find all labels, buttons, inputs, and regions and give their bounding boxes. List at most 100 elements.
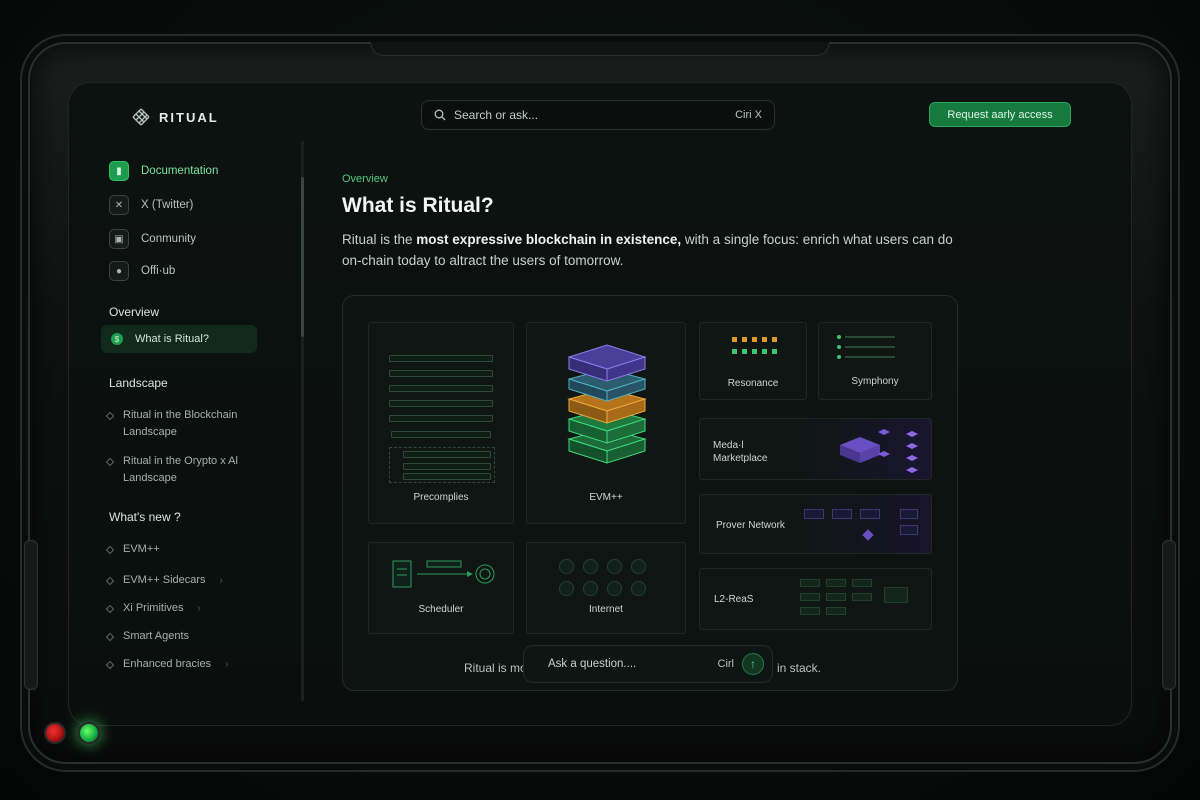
sidebar-scrollbar[interactable] [301, 141, 304, 701]
network-node [607, 559, 622, 574]
symphony-list-icon [837, 335, 917, 365]
scheduler-flow-icon [392, 560, 495, 588]
chevron-right-icon: › [219, 575, 223, 586]
network-node [607, 581, 622, 596]
sidebar-item-label: X (Twitter) [141, 199, 194, 211]
logo-text: RITUAL [159, 109, 219, 125]
network-node [631, 581, 646, 596]
chat-icon: ▣ [109, 229, 129, 249]
card-label: Resonance [727, 378, 779, 389]
sidebar-item-evm[interactable]: EVM++ [105, 541, 160, 558]
network-node [559, 581, 574, 596]
logo[interactable]: RITUAL [131, 107, 219, 127]
sidebar-item-enhanced-bracies[interactable]: Enhanced bracies › [105, 656, 229, 673]
architecture-diagram: Precomplies EVM++ Resonance Symphony Med… [342, 295, 958, 691]
sidebar-item-community[interactable]: ▣ Conmunity [109, 229, 196, 249]
power-off-light[interactable] [44, 722, 66, 744]
card-label: Precomplies [413, 492, 469, 503]
card-internet[interactable]: Internet [526, 542, 686, 634]
search-input[interactable] [454, 108, 728, 122]
code-line [389, 385, 493, 392]
arrow-up-icon[interactable]: ↑ [742, 653, 764, 675]
search-bar[interactable]: Ciri X [421, 100, 775, 130]
lead-paragraph: Ritual is the most expressive blockchain… [342, 229, 962, 271]
app-screen: RITUAL Ciri X Request aarly access ▮ Doc… [68, 82, 1132, 726]
sidebar-item-smart-agents[interactable]: Smart Agents [105, 628, 190, 645]
card-model-marketplace[interactable]: Meda·l Marketplace [699, 418, 932, 480]
sidebar-item-label: Ritual in the Blockchain Landscape [123, 409, 238, 438]
frame-side-right [1162, 540, 1176, 690]
prover-node [862, 529, 874, 541]
sidebar-heading-whats-new: What's new ? [109, 510, 181, 524]
under-text-right: in stack. [777, 661, 822, 675]
code-line [389, 370, 493, 377]
sidebar-heading-overview: Overview [109, 305, 160, 319]
sidebar-item-label: Smart Agents [123, 630, 190, 642]
chevron-right-icon: › [225, 659, 229, 670]
breadcrumb[interactable]: Overview [342, 173, 388, 185]
card-label: EVM++ [589, 492, 623, 503]
prover-node [860, 509, 880, 519]
diamond-icon [105, 632, 115, 642]
frame-notch [370, 42, 830, 56]
code-line [391, 431, 491, 438]
sidebar-item-label: Enhanced bracies [123, 658, 212, 670]
frame-side-left [24, 540, 38, 690]
card-label: Meda·l Marketplace [713, 440, 768, 464]
diamond-icon [105, 660, 115, 670]
diamond-icon [105, 411, 115, 421]
card-scheduler[interactable]: Scheduler [368, 542, 514, 634]
sidebar-scroll-thumb[interactable] [301, 177, 304, 337]
search-icon [434, 109, 446, 121]
card-symphony[interactable]: Symphony [818, 322, 932, 400]
network-node [559, 559, 574, 574]
card-resonance[interactable]: Resonance [699, 322, 807, 400]
resonance-grid-icon [732, 337, 782, 359]
request-access-button[interactable]: Request aarly access [929, 102, 1071, 127]
sidebar-item-documentation[interactable]: ▮ Documentation [109, 161, 218, 181]
network-node [583, 581, 598, 596]
card-prover-network[interactable]: Prover Network [699, 494, 932, 554]
prover-node [900, 509, 918, 519]
network-node [631, 559, 646, 574]
sidebar-item-label: What is Ritual? [135, 333, 209, 345]
sidebar-item-label: EVM++ [123, 543, 160, 555]
sidebar-item-xi-primitives[interactable]: Xi Primitives › [105, 600, 201, 617]
ask-input[interactable] [548, 658, 710, 670]
code-line [403, 473, 491, 480]
prover-node [900, 525, 918, 535]
sidebar-item-crypto-ai-landscape[interactable]: Ritual in the Orypto x Al Landscape [105, 453, 257, 487]
code-line [389, 400, 493, 407]
under-text-left: Ritual is mo [464, 661, 527, 675]
sidebar-item-evm-sidecars[interactable]: EVM++ Sidecars › [105, 572, 223, 589]
chevron-right-icon: › [197, 603, 201, 614]
sidebar-item-twitter[interactable]: ✕ X (Twitter) [109, 195, 193, 215]
diamond-icon [105, 457, 115, 467]
sidebar-item-blockchain-landscape[interactable]: Ritual in the Blockchain Landscape [105, 407, 257, 441]
card-label: L2-ReaS [714, 594, 754, 605]
card-label: Internet [589, 604, 623, 615]
ritual-dot-icon: $ [111, 333, 123, 345]
card-evm[interactable]: EVM++ [526, 322, 686, 524]
ask-bar[interactable]: Cirl ↑ [523, 645, 773, 683]
power-on-light[interactable] [78, 722, 100, 744]
github-icon: ● [109, 261, 129, 281]
sidebar-item-github[interactable]: ● Offi·ub [109, 261, 175, 281]
card-precompiles[interactable]: Precomplies [368, 322, 514, 524]
l2-grid-icon [800, 579, 920, 619]
book-icon: ▮ [109, 161, 129, 181]
sidebar-item-what-is-ritual[interactable]: $ What is Ritual? [101, 325, 257, 353]
code-line [389, 415, 493, 422]
code-line [403, 463, 491, 470]
model-blocks-icon [840, 429, 918, 473]
diamond-icon [105, 576, 115, 586]
page-title: What is Ritual? [342, 194, 494, 217]
sidebar-item-label: Ritual in the Orypto x Al Landscape [123, 455, 238, 484]
code-line [403, 451, 491, 458]
prover-node [804, 509, 824, 519]
lead-emphasis: most expressive blockchain in existence, [416, 232, 682, 247]
card-l2-reas[interactable]: L2-ReaS [699, 568, 932, 630]
diamond-icon [105, 604, 115, 614]
sidebar-item-label: EVM++ Sidecars [123, 574, 206, 586]
sidebar-heading-landscape: Landscape [109, 376, 168, 390]
